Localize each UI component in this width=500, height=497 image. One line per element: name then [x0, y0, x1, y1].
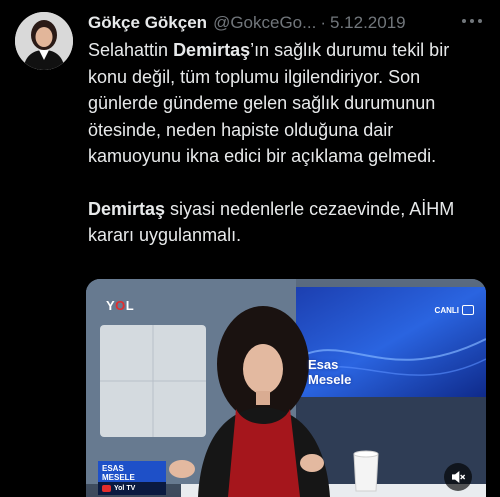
- author-name[interactable]: Gökçe Gökçen: [88, 13, 207, 33]
- video-player[interactable]: YOL CANLI Esas Mesele ESAS MESELE Yol TV: [86, 279, 486, 497]
- mention-demirtas: Demirtaş: [173, 40, 251, 60]
- live-label: CANLI: [434, 305, 459, 315]
- lower-third-line-2: MESELE: [102, 473, 135, 482]
- tweet-header: Gökçe Gökçen @GokceGo... · 5.12.2019: [88, 12, 406, 34]
- live-indicator: CANLI: [435, 305, 474, 315]
- live-box-icon: [462, 305, 474, 315]
- youtube-icon: [102, 485, 111, 492]
- tweet[interactable]: Gökçe Gökçen @GokceGo... · 5.12.2019 Sel…: [0, 0, 500, 497]
- tweet-text: Selahattin Demirtaş’ın sağlık durumu tek…: [88, 37, 488, 249]
- tweet-paragraph-2: Demirtaş siyasi nedenlerle cezaevinde, A…: [88, 198, 455, 246]
- mention-demirtas: Demirtaş: [88, 198, 166, 219]
- tweet-date[interactable]: 5.12.2019: [330, 13, 406, 33]
- channel-tag: Yol TV: [98, 482, 166, 495]
- avatar-image: [15, 12, 73, 70]
- screen-show-title: Esas Mesele: [308, 357, 352, 387]
- separator-dot: ·: [320, 13, 326, 32]
- channel-label: Yol TV: [114, 485, 136, 492]
- more-options-icon[interactable]: [462, 12, 482, 30]
- volume-muted-icon[interactable]: [444, 463, 472, 491]
- avatar[interactable]: [15, 12, 73, 70]
- channel-logo: YOL: [106, 298, 135, 313]
- tweet-paragraph-1: Selahattin Demirtaş’ın sağlık durumu tek…: [88, 40, 450, 166]
- author-handle[interactable]: @GokceGo...: [213, 13, 316, 33]
- lower-third-line-1: ESAS: [102, 464, 124, 473]
